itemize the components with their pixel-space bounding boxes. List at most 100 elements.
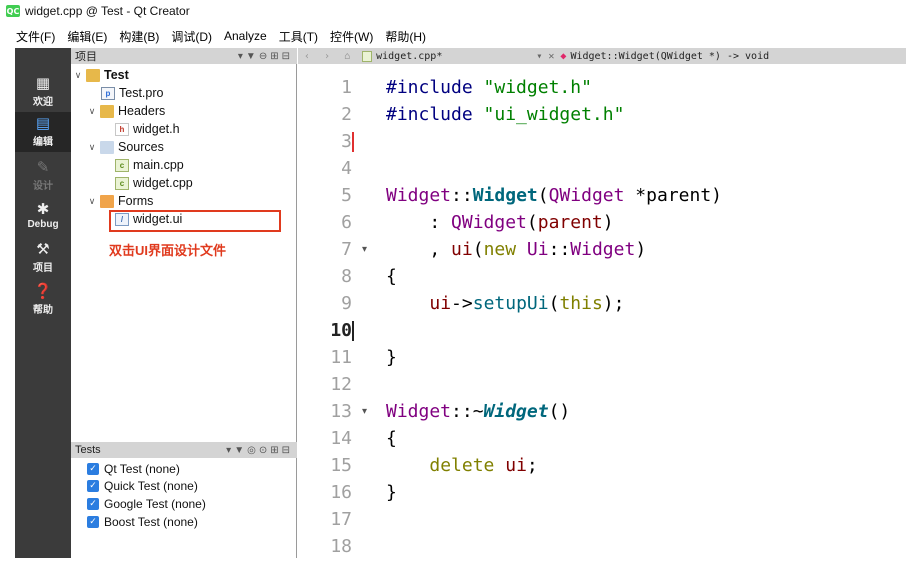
split-icon[interactable]: ⊞	[270, 51, 281, 62]
checkbox-checked-icon[interactable]: ✓	[87, 462, 99, 475]
annotation-text: 双击UI界面设计文件	[109, 243, 227, 258]
tree-item-forms[interactable]: ∨ Forms	[87, 192, 154, 210]
menu-edit[interactable]: 编辑(E)	[67, 28, 107, 45]
test-item[interactable]: ✓ Quick Test (none)	[87, 477, 198, 494]
tree-item-headers[interactable]: ∨ Headers	[87, 102, 166, 120]
symbol-selector[interactable]: Widget::Widget(QWidget *) -> void	[570, 51, 769, 62]
line-number: 7	[341, 239, 352, 260]
text-cursor	[352, 132, 354, 152]
mode-edit[interactable]: ▤ 编辑	[15, 112, 71, 152]
cpp-file-icon: c	[115, 176, 129, 190]
headers-label: Headers	[118, 104, 166, 118]
line-number: 3	[341, 131, 352, 152]
checkbox-checked-icon[interactable]: ✓	[87, 479, 99, 492]
close-pane-icon[interactable]: ⊟	[282, 51, 293, 62]
text-cursor	[352, 321, 354, 341]
mode-debug[interactable]: ✱ Debug	[15, 196, 71, 236]
dropdown-icon[interactable]: ▾	[238, 51, 246, 62]
menu-file[interactable]: 文件(F)	[16, 28, 55, 45]
code-line-14: {	[386, 428, 397, 449]
code-editor[interactable]: #include "widget.h" #include "ui_widget.…	[382, 64, 906, 558]
tree-item-sources[interactable]: ∨ Sources	[87, 138, 164, 156]
menu-help[interactable]: 帮助(H)	[385, 28, 426, 45]
mode-help[interactable]: ❓ 帮助	[15, 280, 71, 320]
menu-debug[interactable]: 调试(D)	[171, 28, 212, 45]
line-number: 16	[330, 482, 352, 503]
line-number-current: 10	[330, 320, 352, 341]
help-icon: ❓	[33, 283, 53, 300]
tests-toolbar: ▾ ▼ ◎ ⊙ ⊞ ⊟	[226, 442, 293, 458]
tree-item-main-cpp[interactable]: c main.cpp	[115, 156, 184, 174]
forms-folder-icon	[100, 194, 114, 208]
tree-item-project[interactable]: ∨ Test	[73, 66, 129, 84]
tree-item-pro-file[interactable]: p Test.pro	[101, 84, 163, 102]
menu-build[interactable]: 构建(B)	[119, 28, 159, 45]
projects-pane-title: 项目	[75, 51, 97, 63]
code-line-8: {	[386, 266, 397, 287]
cpp-file-icon: c	[115, 158, 129, 172]
close-pane-icon[interactable]: ⊟	[282, 445, 293, 456]
code-line-15: delete ui;	[429, 455, 538, 476]
link-icon[interactable]: ⊖	[259, 51, 270, 62]
mode-design[interactable]: ✎ 设计	[15, 156, 71, 196]
edit-icon: ▤	[35, 115, 51, 132]
chevron-down-icon[interactable]: ∨	[87, 106, 97, 117]
fold-marker-icon[interactable]: ▾	[362, 236, 367, 263]
pro-file-label: Test.pro	[119, 86, 164, 100]
title-bar: QC widget.cpp @ Test - Qt Creator	[0, 0, 906, 22]
mode-welcome[interactable]: ▦ 欢迎	[15, 72, 71, 112]
mode-welcome-label: 欢迎	[33, 97, 53, 108]
line-number: 2	[341, 104, 352, 125]
nav-back-forward-icon[interactable]: ‹ › ⌂	[304, 51, 354, 62]
checkbox-checked-icon[interactable]: ✓	[87, 515, 99, 528]
sources-label: Sources	[118, 140, 164, 154]
dropdown-icon[interactable]: ▾	[226, 445, 234, 456]
checkbox-checked-icon[interactable]: ✓	[87, 497, 99, 510]
fold-marker-icon[interactable]: ▾	[362, 398, 367, 425]
test-item[interactable]: ✓ Qt Test (none)	[87, 460, 180, 477]
tree-item-widget-h[interactable]: h widget.h	[115, 120, 180, 138]
main-cpp-label: main.cpp	[133, 158, 184, 172]
test-item[interactable]: ✓ Boost Test (none)	[87, 513, 198, 530]
mode-projects[interactable]: ⚒ 项目	[15, 238, 71, 278]
qt-creator-logo-icon: QC	[6, 5, 20, 17]
line-number: 6	[341, 212, 352, 233]
line-number: 12	[330, 374, 352, 395]
code-line-2: #include "ui_widget.h"	[386, 104, 625, 125]
chevron-down-icon[interactable]: ∨	[87, 196, 97, 207]
menu-tools[interactable]: 工具(T)	[279, 28, 318, 45]
chevron-down-icon[interactable]: ∨	[73, 70, 83, 81]
chevron-down-icon[interactable]: ▾	[536, 51, 542, 62]
line-number-gutter: 1 2 3 4 5 6 7 ▾ 8 9 10 11 12 13 ▾ 14 15 …	[298, 64, 382, 558]
split-icon[interactable]: ⊞	[270, 445, 281, 456]
grid-icon: ▦	[35, 75, 51, 92]
code-line-7: , ui(new Ui::Widget)	[386, 239, 647, 260]
code-line-9: ui->setupUi(this);	[429, 293, 625, 314]
filter-icon[interactable]: ▼	[234, 445, 247, 456]
stop-icon[interactable]: ⊙	[259, 445, 270, 456]
run-icon[interactable]: ◎	[247, 445, 259, 456]
line-number: 18	[330, 536, 352, 557]
code-line-1: #include "widget.h"	[386, 77, 592, 98]
line-number: 17	[330, 509, 352, 530]
tree-item-widget-cpp[interactable]: c widget.cpp	[115, 174, 193, 192]
filter-icon[interactable]: ▼	[246, 51, 259, 62]
mode-sidebar: ▦ 欢迎 ▤ 编辑 ✎ 设计 ✱ Debug ⚒ 项目 ❓ 帮助	[15, 48, 71, 558]
headers-folder-icon	[100, 104, 114, 118]
editor-file-tab[interactable]: widget.cpp*	[376, 51, 442, 62]
menu-analyze[interactable]: Analyze	[224, 29, 267, 43]
test-item[interactable]: ✓ Google Test (none)	[87, 495, 206, 512]
project-folder-icon	[86, 68, 100, 82]
widget-h-label: widget.h	[133, 122, 180, 136]
menu-controls[interactable]: 控件(W)	[330, 28, 373, 45]
line-number: 13	[330, 401, 352, 422]
test-item-label: Google Test (none)	[104, 496, 206, 511]
chevron-down-icon[interactable]: ∨	[87, 142, 97, 153]
projects-pane-header: 项目 ▾ ▼ ⊖ ⊞ ⊟	[71, 48, 297, 64]
test-item-label: Qt Test (none)	[104, 461, 180, 476]
code-line-16: }	[386, 482, 397, 503]
mode-help-label: 帮助	[33, 305, 53, 316]
pane-toolbar: ▾ ▼ ⊖ ⊞ ⊟	[238, 48, 293, 64]
close-icon[interactable]: ✕	[548, 51, 554, 62]
pro-file-icon: p	[101, 86, 115, 100]
